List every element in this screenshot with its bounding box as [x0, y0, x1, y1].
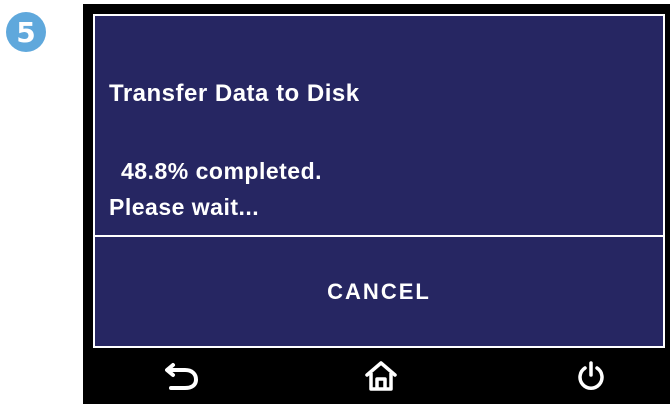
power-icon — [578, 361, 604, 390]
progress-status: 48.8% completed. — [121, 158, 323, 184]
wait-message: Please wait... — [109, 194, 260, 220]
back-button[interactable] — [161, 356, 205, 396]
back-arrow-icon — [165, 363, 199, 390]
transfer-dialog: Transfer Data to Disk 48.8% completed. P… — [93, 14, 665, 348]
home-button[interactable] — [359, 356, 403, 396]
step-number-badge: 5 — [6, 12, 46, 52]
cancel-button[interactable]: CANCEL — [95, 237, 663, 346]
nav-bar — [83, 348, 670, 404]
power-button[interactable] — [569, 356, 613, 396]
dialog-title: Transfer Data to Disk — [109, 80, 360, 107]
device-display: Transfer Data to Disk 48.8% completed. P… — [83, 4, 670, 404]
home-icon — [365, 361, 397, 391]
